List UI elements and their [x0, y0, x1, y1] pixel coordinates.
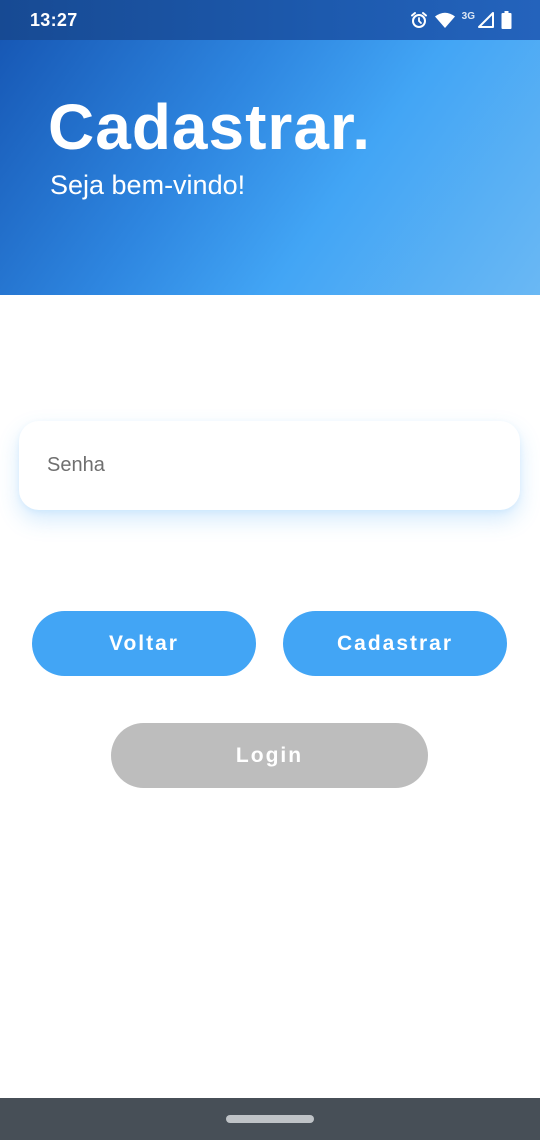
page-subtitle: Seja bem-vindo!: [50, 170, 246, 200]
battery-icon: [501, 11, 512, 29]
home-gesture-bar-icon[interactable]: [226, 1115, 314, 1123]
status-time: 13:27: [30, 9, 78, 30]
system-navigation-bar: [0, 1098, 540, 1140]
alarm-icon: [410, 11, 428, 29]
login-button[interactable]: Login: [111, 723, 428, 788]
back-button[interactable]: Voltar: [32, 611, 256, 676]
wifi-icon: [434, 12, 455, 28]
header-banner: Cadastrar. Seja bem-vindo!: [0, 40, 540, 295]
network-type-label: 3G: [461, 10, 475, 22]
cellular-signal-icon: [478, 12, 494, 28]
page-title: Cadastrar.: [48, 91, 372, 163]
status-icons: 3G: [410, 11, 512, 29]
status-bar: 13:27 3G: [0, 0, 540, 40]
password-input[interactable]: [19, 421, 520, 510]
password-field-card: [19, 421, 520, 510]
register-button[interactable]: Cadastrar: [283, 611, 507, 676]
